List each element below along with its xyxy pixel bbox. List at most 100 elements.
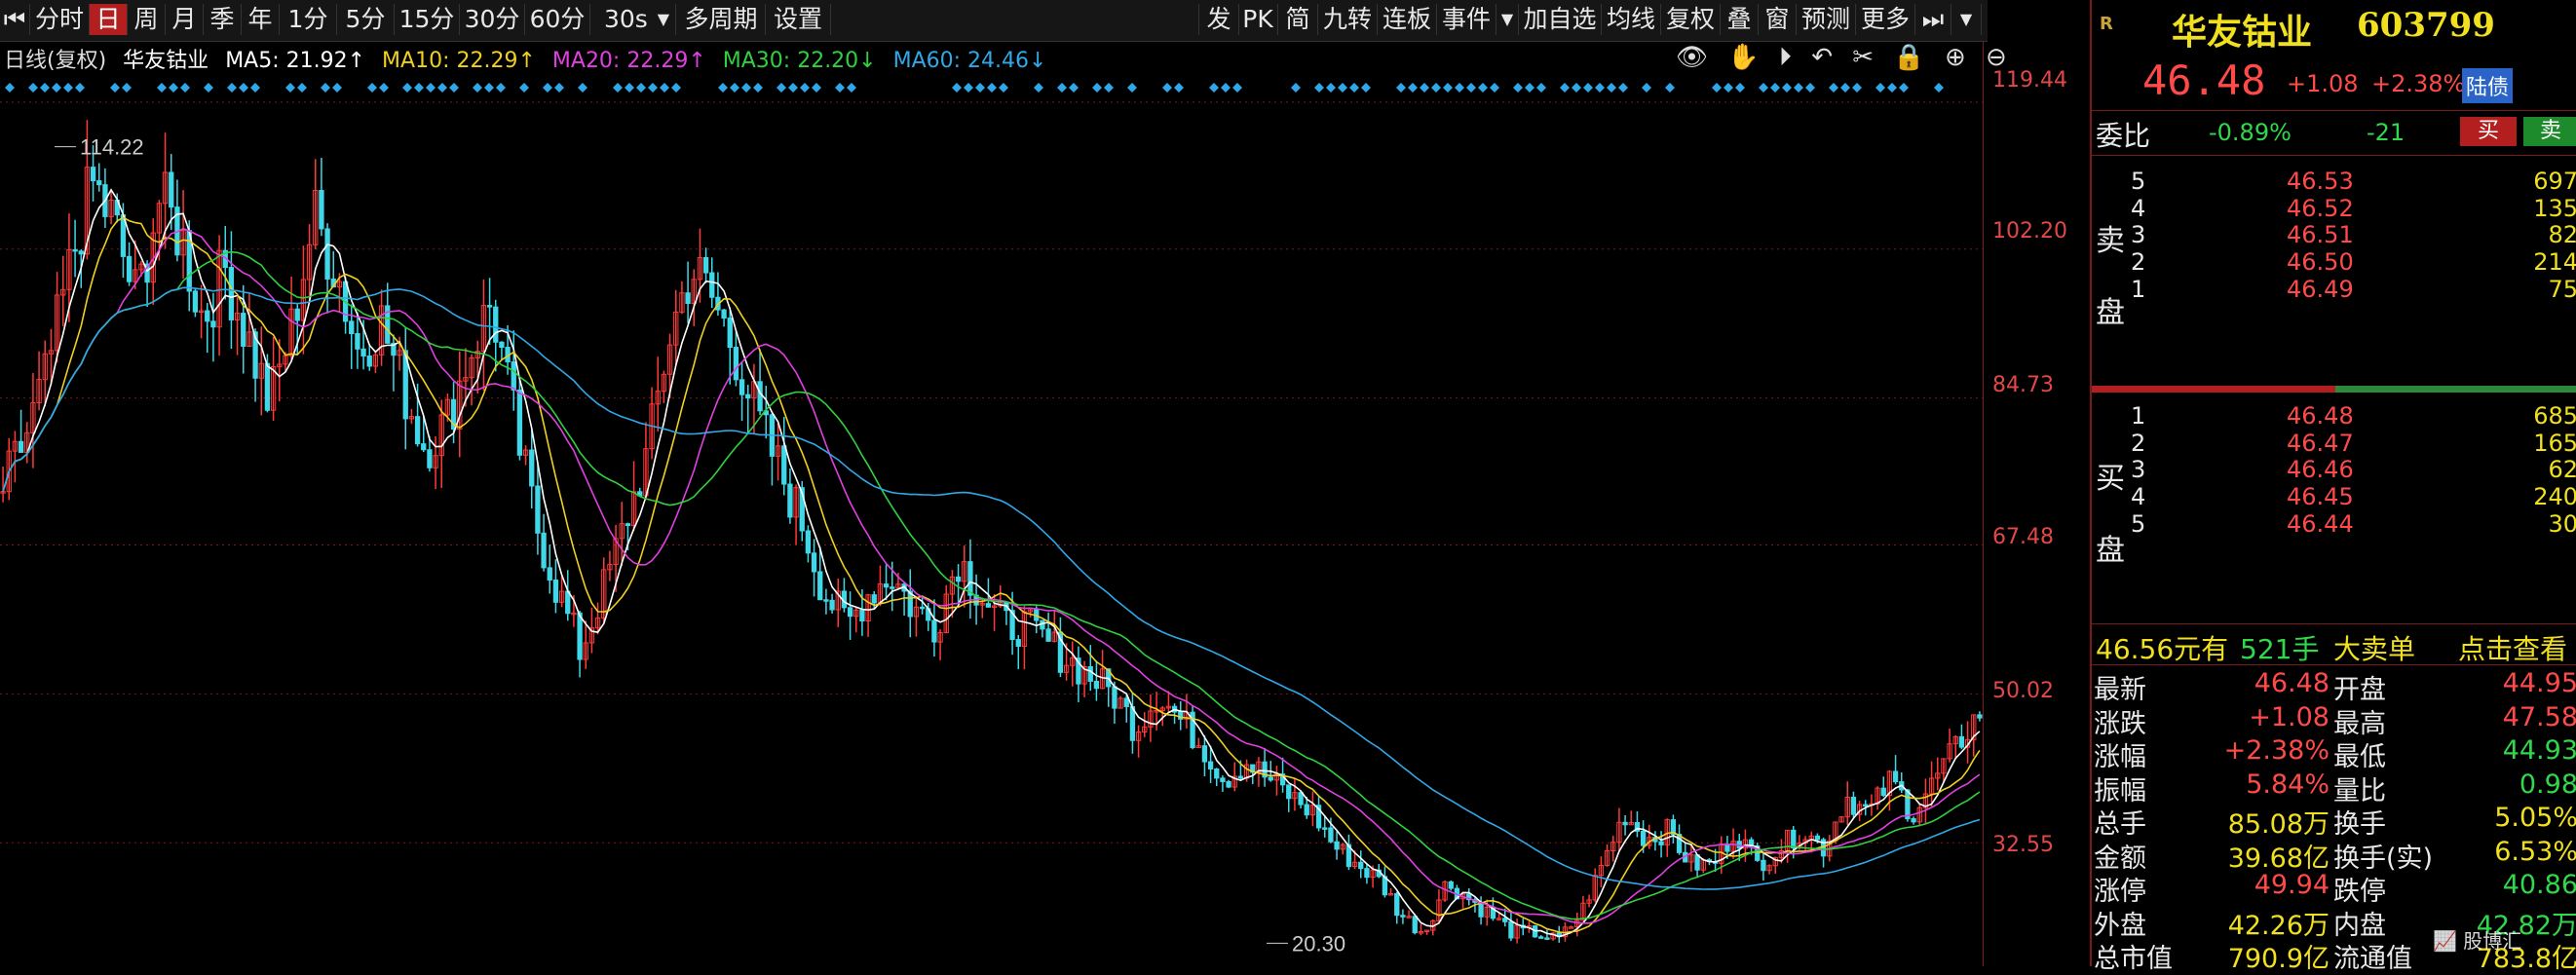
period-month[interactable]: 月: [166, 4, 204, 35]
webi-value: -0.89%: [2209, 119, 2292, 146]
event-marker: [952, 83, 962, 93]
event-marker: [227, 83, 237, 93]
skip-end-icon[interactable]: ⏭: [1915, 4, 1951, 35]
play-icon[interactable]: ⏵: [1779, 43, 1792, 72]
period-year[interactable]: 年: [242, 4, 280, 35]
undo-icon[interactable]: ↶: [1811, 43, 1833, 72]
ask-strength-bar: [2092, 386, 2335, 393]
period-day[interactable]: 日: [90, 4, 128, 35]
fuquan-button[interactable]: 复权: [1661, 4, 1721, 35]
stat-label: 涨跌: [2094, 708, 2146, 739]
buy-button[interactable]: 买: [2460, 117, 2517, 146]
period-quarter[interactable]: 季: [204, 4, 242, 35]
candle-body: [955, 576, 962, 582]
chart-gridlines: [0, 101, 1983, 844]
candlestick-chart[interactable]: 114.22 20.30: [0, 78, 1983, 966]
candle-body: [823, 599, 829, 602]
ticker-view-link[interactable]: 点击查看: [2458, 628, 2567, 667]
period-15min[interactable]: 15分: [395, 4, 460, 35]
candle-body: [169, 171, 174, 208]
lock-icon[interactable]: 🔒: [1893, 43, 1924, 72]
period-5min[interactable]: 5分: [337, 4, 395, 35]
event-button[interactable]: 事件: [1437, 4, 1496, 35]
pk-button[interactable]: PK: [1238, 4, 1278, 35]
event-marker: [1490, 83, 1499, 93]
multi-period-button[interactable]: 多周期: [677, 4, 766, 35]
event-marker: [671, 83, 681, 93]
candle-body: [1544, 937, 1550, 940]
event-marker: [625, 83, 634, 93]
event-marker: [1057, 83, 1067, 93]
more-button[interactable]: 更多: [1856, 4, 1915, 35]
bid-level: 3: [2131, 456, 2146, 484]
lianban-button[interactable]: 连板: [1378, 4, 1437, 35]
stat-label: 开盘: [2333, 675, 2386, 705]
weicha-value: -21: [2367, 119, 2406, 146]
event-marker: [367, 83, 377, 93]
event-marker: [5, 83, 15, 93]
candle-body: [787, 483, 793, 518]
stock-code: 603799: [2357, 6, 2495, 45]
ask-price: 46.53: [2287, 168, 2354, 195]
candle-body: [1863, 804, 1869, 807]
overlay-button[interactable]: 叠: [1721, 4, 1759, 35]
period-30s-dropdown[interactable]: 30s ▼: [590, 4, 676, 35]
add-watchlist-button[interactable]: 加自选: [1519, 4, 1602, 35]
period-60min[interactable]: 60分: [525, 4, 590, 35]
event-marker: [519, 83, 529, 93]
candle-body: [1724, 844, 1730, 852]
stat-label: 内盘: [2333, 910, 2386, 941]
period-week[interactable]: 周: [128, 4, 166, 35]
event-marker: [169, 83, 178, 93]
event-marker: [1513, 83, 1523, 93]
ma-button[interactable]: 均线: [1602, 4, 1661, 35]
candle-body: [499, 341, 505, 349]
candle-body: [1622, 821, 1628, 826]
event-dropdown-icon[interactable]: ▼: [1496, 4, 1519, 35]
period-fenshi[interactable]: 分时: [30, 4, 90, 35]
bid-label-1: 买: [2096, 462, 2125, 496]
ma10-label: MA10: 22.29↑: [382, 49, 536, 73]
candle-body: [829, 599, 835, 611]
ma30-label: MA30: 22.20↓: [722, 49, 877, 73]
chart-toolbar: ⏮ 分时 日 周 月 季 年 1分 5分 15分 30分 60分 30s ▼ 多…: [0, 0, 1988, 42]
event-marker: [1455, 83, 1464, 93]
ma5-label: MA5: 21.92↑: [225, 49, 366, 73]
stat-label: 总市值: [2094, 944, 2173, 974]
period-30min[interactable]: 30分: [460, 4, 525, 35]
sell-button[interactable]: 卖: [2523, 117, 2576, 146]
event-marker: [636, 83, 646, 93]
stat-value: 39.68亿: [2227, 843, 2330, 874]
scissors-icon[interactable]: ✂: [1852, 43, 1874, 72]
stat-value: 47.58: [2502, 701, 2576, 732]
event-marker: [1560, 83, 1570, 93]
toolbar-dropdown-icon[interactable]: ▼: [1951, 4, 1982, 35]
hand-icon[interactable]: ✋: [1727, 43, 1759, 72]
candle-body: [565, 590, 571, 615]
settings-button[interactable]: 设置: [766, 4, 831, 35]
eye-icon[interactable]: 👁: [1676, 43, 1708, 72]
ask-volume: 214: [2533, 248, 2576, 277]
skip-start-icon[interactable]: ⏮: [0, 4, 30, 35]
event-marker: [1665, 83, 1675, 93]
bid-volume: 240: [2533, 483, 2576, 511]
bid-volume: 30: [2548, 509, 2576, 538]
window-button[interactable]: 窗: [1759, 4, 1797, 35]
candle-body: [1658, 841, 1664, 845]
candle-body: [18, 440, 24, 453]
bond-tag[interactable]: 陆债: [2462, 68, 2514, 103]
publish-button[interactable]: 发: [1198, 4, 1239, 35]
stat-label: 换手: [2333, 809, 2386, 840]
simple-button[interactable]: 简: [1278, 4, 1318, 35]
candle-body: [739, 379, 745, 395]
forecast-button[interactable]: 预测: [1797, 4, 1856, 35]
jiuzhuan-button[interactable]: 九转: [1318, 4, 1378, 35]
period-1min[interactable]: 1分: [280, 4, 337, 35]
candle-body: [919, 606, 926, 610]
stat-value: 42.26万: [2227, 910, 2330, 941]
ask-label-2: 盘: [2096, 296, 2125, 330]
event-marker: [1770, 83, 1780, 93]
candle-body: [871, 594, 877, 604]
candle-body: [1237, 775, 1244, 779]
zoom-in-icon[interactable]: ⊕: [1945, 43, 1966, 72]
